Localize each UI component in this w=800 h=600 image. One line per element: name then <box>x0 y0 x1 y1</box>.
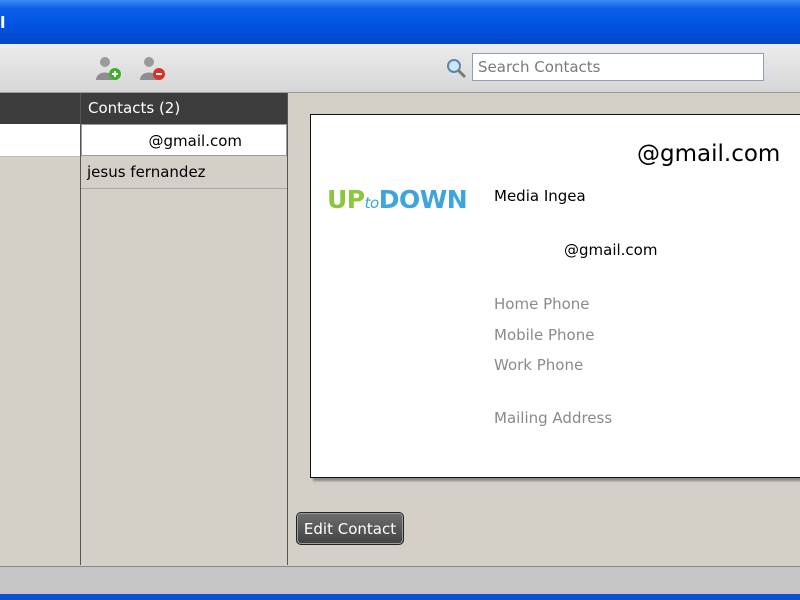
toolbar <box>0 44 800 93</box>
search-input[interactable] <box>472 53 764 81</box>
edit-contact-button[interactable]: Edit Contact <box>296 512 404 545</box>
company-logo: UPtoDOWN <box>327 185 468 217</box>
groups-pane <box>0 93 81 565</box>
card-company: Media Ingea <box>494 187 586 205</box>
card-email: @gmail.com <box>564 241 658 259</box>
groups-header <box>0 93 80 124</box>
contact-detail-pane: @gmail.com UPtoDOWN Media Ingea @gmail.c… <box>288 93 800 565</box>
home-phone-label: Home Phone <box>494 295 590 313</box>
contacts-header: Contacts (2) <box>81 93 287 124</box>
window-bottom-edge <box>0 594 800 600</box>
logo-text-up: UP <box>327 185 365 214</box>
mobile-phone-label: Mobile Phone <box>494 326 595 344</box>
search-icon <box>447 59 467 79</box>
window-titlebar[interactable]: l <box>0 0 800 44</box>
contact-item-jesus-fernandez[interactable]: jesus fernandez <box>81 156 287 189</box>
card-email-title: @gmail.com <box>637 141 781 167</box>
contact-card: @gmail.com UPtoDOWN Media Ingea @gmail.c… <box>310 114 800 478</box>
logo-text-to: to <box>364 194 380 212</box>
group-item-selected[interactable] <box>0 124 80 157</box>
logo-text-down: DOWN <box>378 185 468 214</box>
add-person-icon[interactable] <box>93 54 123 82</box>
remove-person-icon[interactable] <box>137 54 167 82</box>
work-phone-label: Work Phone <box>494 356 584 374</box>
contact-item-selected[interactable]: @gmail.com <box>81 124 287 156</box>
mailing-address-label: Mailing Address <box>494 409 613 427</box>
status-bar <box>0 566 800 595</box>
window-title: l <box>0 13 6 32</box>
contacts-pane: Contacts (2) @gmail.com jesus fernandez <box>81 93 288 565</box>
